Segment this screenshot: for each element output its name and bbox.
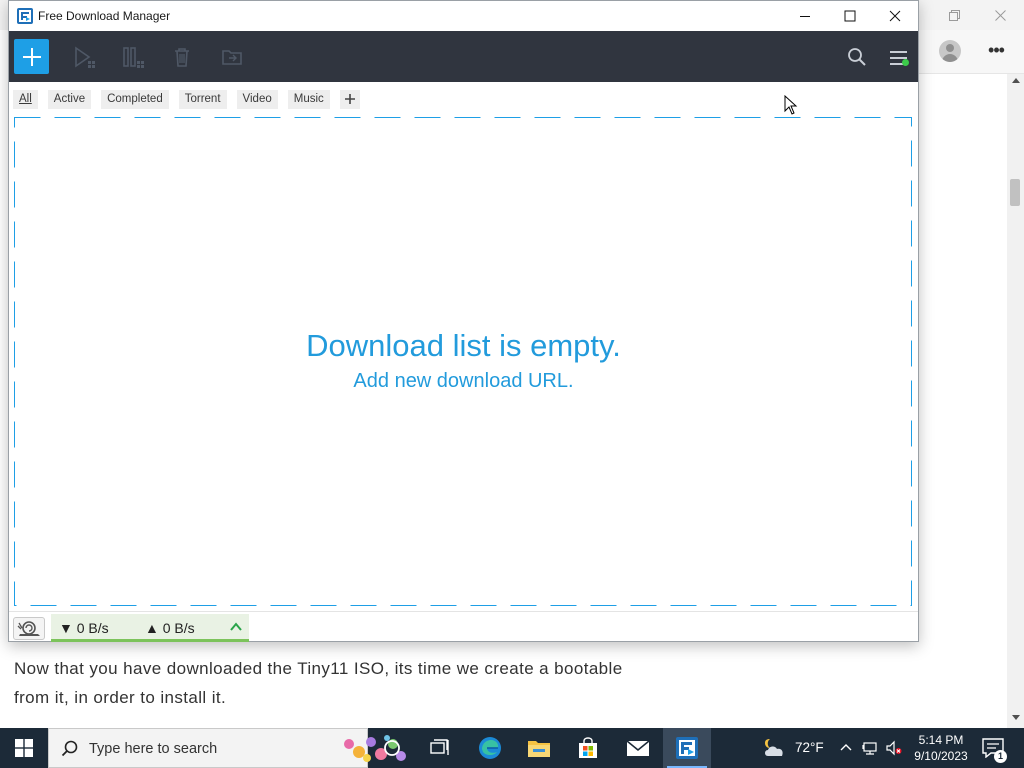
clock-time: 5:14 PM [918,733,964,747]
more-options-icon[interactable]: ••• [984,38,1008,62]
folder-icon [528,741,550,757]
pause-download-button[interactable] [122,46,144,68]
fdm-window: Free Download Manager All Active Complet… [8,0,919,642]
play-icon [75,46,95,68]
scrollbar-thumb[interactable] [1010,179,1020,206]
speed-panel[interactable]: ▼ 0 B/s ▲ 0 B/s [51,614,249,642]
search-placeholder: Type here to search [89,741,218,757]
close-button[interactable] [872,1,918,31]
search-icon [848,48,866,66]
chevron-up-icon[interactable] [229,620,243,634]
task-view-button[interactable] [416,728,464,768]
weather-temperature: 72°F [795,740,824,755]
trash-icon [175,48,189,67]
pause-icon [123,47,144,68]
status-online-dot [902,59,909,66]
tab-torrent[interactable]: Torrent [178,89,227,109]
move-to-folder-button[interactable] [221,46,243,68]
article-paragraph: Now that you have downloaded the Tiny11 … [14,659,623,707]
minimize-button[interactable] [782,1,828,31]
taskbar-clock[interactable]: 5:14 PM 9/10/2023 [905,732,977,764]
edge-icon [479,737,501,759]
main-toolbar [9,31,918,82]
cortana-button[interactable] [368,728,416,768]
start-button[interactable] [0,728,48,768]
scroll-up-arrow-icon[interactable] [1011,76,1021,84]
window-title: Free Download Manager [38,9,171,23]
notification-count-badge: 1 [994,750,1007,763]
taskbar-file-explorer-app[interactable] [515,728,563,768]
taskbar-mail-app[interactable] [614,728,662,768]
weather-cloudy-night-icon[interactable] [762,737,788,759]
speed-limit-button[interactable] [13,617,45,640]
taskbar-store-app[interactable] [564,728,612,768]
cortana-circle-icon [384,740,400,756]
filter-tabs: All Active Completed Torrent Video Music [13,88,360,110]
add-url-link[interactable]: Add new download URL. [9,370,918,393]
fdm-app-icon [17,8,33,24]
network-icon[interactable] [862,740,878,756]
restore-icon [948,9,960,21]
fdm-app-icon [676,737,698,759]
download-speed: ▼ 0 B/s [59,620,109,636]
browser-toolbar [918,30,1024,74]
plus-icon [344,94,355,104]
windows-logo-icon [15,739,33,757]
task-view-icon [430,739,449,755]
search-icon [61,740,78,757]
folder-icon [222,50,242,65]
minimize-icon [800,16,810,17]
tab-music[interactable]: Music [287,89,330,109]
mouse-cursor-icon [784,95,798,115]
close-icon [889,10,901,22]
store-bag-icon [579,737,597,758]
chevron-up-icon[interactable] [838,740,854,756]
browser-close-button[interactable] [977,0,1023,30]
scroll-down-arrow-icon[interactable] [1011,714,1021,722]
maximize-button[interactable] [827,1,873,31]
close-icon [994,9,1006,21]
maximize-icon [844,10,856,22]
empty-list-title: Download list is empty. [306,328,621,363]
fdm-titlebar[interactable]: Free Download Manager [9,1,918,31]
volume-muted-icon[interactable] [886,740,902,756]
add-download-button[interactable] [14,39,49,74]
add-tab-button[interactable] [339,89,360,109]
tab-all[interactable]: All [13,89,38,109]
delete-download-button[interactable] [171,46,193,68]
search-button[interactable] [847,47,867,67]
tab-active[interactable]: Active [47,89,92,109]
taskbar-search-box[interactable]: Type here to search [48,728,406,768]
snail-icon [17,620,40,636]
start-download-button[interactable] [73,46,95,68]
profile-avatar-icon[interactable] [939,40,961,62]
browser-restore-button[interactable] [931,0,977,30]
taskbar-edge-app[interactable] [466,728,514,768]
taskbar-fdm-app[interactable] [663,728,711,768]
status-bar: ▼ 0 B/s ▲ 0 B/s [9,611,918,642]
tab-completed[interactable]: Completed [101,89,169,109]
windows-taskbar: Type here to search 72°F 5:14 PM 9/10/20… [0,728,1024,768]
mail-icon [626,740,650,756]
page-scrollbar[interactable] [1007,74,1024,728]
upload-speed: ▲ 0 B/s [145,620,195,636]
tab-video[interactable]: Video [236,89,278,109]
plus-icon [22,47,41,66]
clock-date: 9/10/2023 [914,749,968,763]
